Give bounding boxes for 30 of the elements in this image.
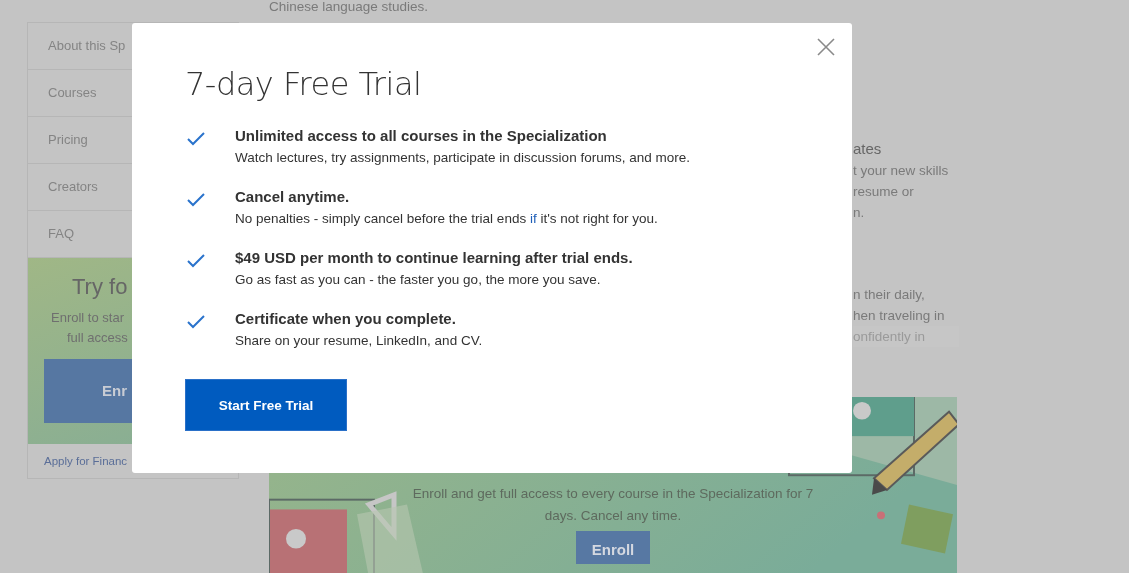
feature-description: Share on your resume, LinkedIn, and CV. bbox=[235, 332, 483, 350]
inline-link[interactable]: if bbox=[529, 211, 537, 226]
check-icon bbox=[187, 193, 205, 207]
check-icon bbox=[187, 132, 205, 146]
enroll-button[interactable]: Enroll bbox=[575, 531, 651, 564]
intro-text: Chinese language studies. bbox=[269, 0, 430, 14]
promo-text: Enroll to star bbox=[50, 309, 124, 327]
financial-aid-link[interactable]: Apply for Financ bbox=[44, 455, 128, 467]
modal-title: 7-day Free Trial bbox=[185, 65, 423, 103]
section-heading: ates bbox=[853, 139, 883, 159]
feature-description: Watch lectures, try assignments, participate in discussion forums, and more. bbox=[235, 149, 690, 167]
banner-text: days. Cancel any time. bbox=[544, 507, 682, 525]
section-text: hen traveling in bbox=[853, 307, 946, 325]
check-icon bbox=[187, 315, 205, 329]
section-text: n their daily, bbox=[853, 286, 926, 304]
feature-title: Certificate when you complete. bbox=[235, 309, 457, 329]
check-icon bbox=[187, 254, 205, 268]
start-trial-button[interactable]: Start Free Trial bbox=[185, 379, 347, 431]
feature-description: Go as fast as you can - the faster you go, the more you save. bbox=[235, 271, 602, 289]
close-icon[interactable] bbox=[817, 38, 835, 56]
section-text: n. bbox=[853, 204, 866, 222]
banner-text: Enroll and get full access to every course in the Specialization for 7 bbox=[412, 485, 814, 503]
promo-title: Try fo bbox=[72, 274, 128, 300]
feature-title: Cancel anytime. bbox=[235, 187, 351, 207]
section-text: resume or bbox=[853, 183, 915, 201]
section-text: t your new skills bbox=[853, 162, 950, 180]
feature-description: No penalties - simply cancel before the trial ends if it's not right for you. bbox=[235, 210, 658, 228]
feature-title: Unlimited access to all courses in the Specialization bbox=[235, 126, 608, 146]
promo-text: full access bbox=[66, 329, 128, 347]
feature-title: $49 USD per month to continue learning after trial ends. bbox=[235, 248, 633, 268]
